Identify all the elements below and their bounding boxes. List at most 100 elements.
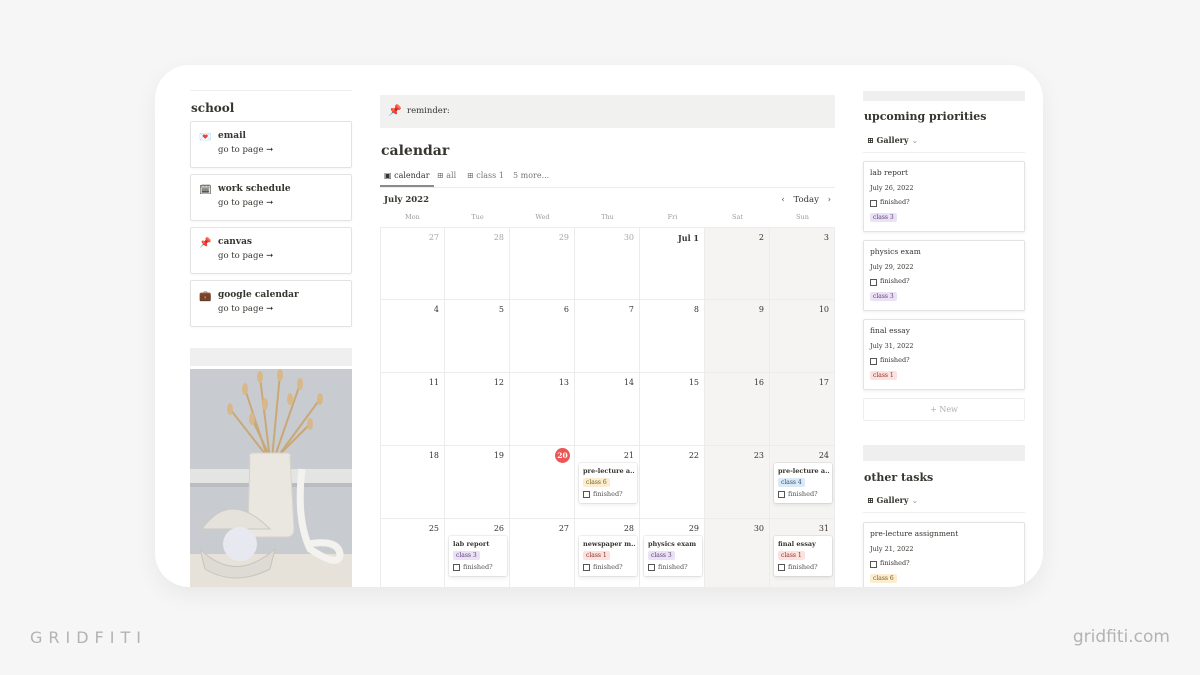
chevron-right-icon[interactable]: › bbox=[828, 195, 831, 205]
card-date: July 29, 2022 bbox=[870, 263, 914, 271]
go-to-page-link[interactable]: go to page ➞ bbox=[218, 304, 273, 314]
calendar-day-cell[interactable]: 21 pre-lecture a... class 6 finished? bbox=[575, 446, 640, 519]
new-item-button[interactable]: + New bbox=[863, 398, 1025, 421]
calendar-heading: calendar bbox=[381, 143, 450, 159]
calendar-day-cell[interactable]: 9 bbox=[705, 300, 770, 373]
calendar-day-cell[interactable]: 11 bbox=[380, 373, 445, 446]
tab-calendar[interactable]: ▣ calendar bbox=[384, 171, 430, 180]
today-button[interactable]: Today bbox=[793, 195, 818, 205]
calendar-day-cell[interactable]: 16 bbox=[705, 373, 770, 446]
link-card-email[interactable]: 💌 email go to page ➞ bbox=[190, 121, 352, 168]
calendar-day-cell[interactable]: 30 bbox=[575, 227, 640, 300]
event-title: newspaper m... bbox=[583, 540, 635, 548]
link-card-google-calendar[interactable]: 💼 google calendar go to page ➞ bbox=[190, 280, 352, 327]
checkbox[interactable] bbox=[870, 358, 877, 365]
gridfiti-url[interactable]: gridfiti.com bbox=[1073, 627, 1170, 647]
event-card[interactable]: lab report class 3 finished? bbox=[449, 536, 507, 576]
tab-class-1[interactable]: ⊞ class 1 bbox=[467, 171, 504, 180]
card-date: July 26, 2022 bbox=[870, 184, 914, 192]
checkbox[interactable] bbox=[870, 279, 877, 286]
calendar-day-cell[interactable]: 31 final essay class 1 finished? bbox=[770, 519, 835, 587]
tab-all[interactable]: ⊞ all bbox=[437, 171, 456, 180]
day-number: 28 bbox=[623, 524, 634, 533]
gallery-view-selector[interactable]: ⊞ Gallery ⌄ bbox=[867, 135, 918, 145]
calendar-day-cell[interactable]: 23 bbox=[705, 446, 770, 519]
reminder-text[interactable]: reminder: bbox=[407, 106, 450, 116]
table-icon: ⊞ bbox=[437, 171, 444, 180]
checkbox[interactable] bbox=[870, 200, 877, 207]
calendar-day-cell[interactable]: 24 pre-lecture a... class 4 finished? bbox=[770, 446, 835, 519]
calendar-day-cell[interactable]: 28 bbox=[445, 227, 510, 300]
day-number: 9 bbox=[758, 305, 764, 314]
gallery-card[interactable]: pre-lecture assignment July 21, 2022 fin… bbox=[863, 522, 1025, 587]
calendar-day-cell[interactable]: 29 physics exam class 3 finished? bbox=[640, 519, 705, 587]
gallery-card[interactable]: lab report July 26, 2022 finished? class… bbox=[863, 161, 1025, 232]
calendar-day-cell[interactable]: 7 bbox=[575, 300, 640, 373]
go-to-page-link[interactable]: go to page ➞ bbox=[218, 251, 273, 261]
link-card-work-schedule[interactable]: 🗓 work schedule go to page ➞ bbox=[190, 174, 352, 221]
calendar-day-cell[interactable]: 22 bbox=[640, 446, 705, 519]
calendar-day-cell[interactable]: 8 bbox=[640, 300, 705, 373]
other-tasks-heading: other tasks bbox=[864, 471, 934, 484]
calendar-day-cell[interactable]: 4 bbox=[380, 300, 445, 373]
table-icon: ⊞ bbox=[467, 171, 474, 180]
checkbox[interactable] bbox=[778, 564, 785, 571]
weekday-label: Mon bbox=[405, 213, 420, 221]
calendar-day-cell[interactable]: 2 bbox=[705, 227, 770, 300]
card-title: final essay bbox=[870, 326, 910, 335]
calendar-day-cell[interactable]: 26 lab report class 3 finished? bbox=[445, 519, 510, 587]
calendar-day-cell[interactable]: 17 bbox=[770, 373, 835, 446]
day-number: 27 bbox=[428, 233, 439, 242]
day-number: 12 bbox=[493, 378, 504, 387]
calendar-day-cell[interactable]: 12 bbox=[445, 373, 510, 446]
checkbox[interactable] bbox=[583, 491, 590, 498]
event-card[interactable]: pre-lecture a... class 4 finished? bbox=[774, 463, 832, 503]
calendar-day-cell[interactable]: 29 bbox=[510, 227, 575, 300]
day-number: 4 bbox=[433, 305, 439, 314]
calendar-day-cell[interactable]: 30 bbox=[705, 519, 770, 587]
event-card[interactable]: physics exam class 3 finished? bbox=[644, 536, 702, 576]
go-to-page-link[interactable]: go to page ➞ bbox=[218, 145, 273, 155]
calendar-day-cell[interactable]: 13 bbox=[510, 373, 575, 446]
checkbox-label: finished? bbox=[658, 563, 688, 571]
checkbox[interactable] bbox=[648, 564, 655, 571]
chevron-left-icon[interactable]: ‹ bbox=[781, 195, 784, 205]
checkbox[interactable] bbox=[778, 491, 785, 498]
gallery-card[interactable]: physics exam July 29, 2022 finished? cla… bbox=[863, 240, 1025, 311]
calendar-day-cell[interactable]: 28 newspaper m... class 1 finished? bbox=[575, 519, 640, 587]
gallery-card[interactable]: final essay July 31, 2022 finished? clas… bbox=[863, 319, 1025, 390]
event-card[interactable]: pre-lecture a... class 6 finished? bbox=[579, 463, 637, 503]
day-number: 25 bbox=[428, 524, 439, 533]
checkbox[interactable] bbox=[870, 561, 877, 568]
event-title: lab report bbox=[453, 540, 490, 548]
class-tag: class 6 bbox=[583, 478, 610, 487]
tab-more[interactable]: 5 more... bbox=[513, 171, 549, 180]
go-to-page-link[interactable]: go to page ➞ bbox=[218, 198, 273, 208]
calendar-day-cell[interactable]: Jul 1 bbox=[640, 227, 705, 300]
calendar-day-cell[interactable]: 3 bbox=[770, 227, 835, 300]
checkbox[interactable] bbox=[583, 564, 590, 571]
calendar-day-cell[interactable]: 14 bbox=[575, 373, 640, 446]
calendar-day-cell[interactable]: 18 bbox=[380, 446, 445, 519]
day-number: 3 bbox=[823, 233, 829, 242]
calendar-day-cell[interactable]: 20 bbox=[510, 446, 575, 519]
calendar-day-cell[interactable]: 19 bbox=[445, 446, 510, 519]
calendar-day-cell[interactable]: 15 bbox=[640, 373, 705, 446]
checkbox-label: finished? bbox=[593, 490, 623, 498]
calendar-day-cell[interactable]: 5 bbox=[445, 300, 510, 373]
calendar-day-cell[interactable]: 25 bbox=[380, 519, 445, 587]
event-card[interactable]: newspaper m... class 1 finished? bbox=[579, 536, 637, 576]
calendar-day-cell[interactable]: 27 bbox=[380, 227, 445, 300]
calendar-day-cell[interactable]: 6 bbox=[510, 300, 575, 373]
day-number: 29 bbox=[688, 524, 699, 533]
gallery-view-selector[interactable]: ⊞ Gallery ⌄ bbox=[867, 495, 918, 505]
view-tabs: ▣ calendar ⊞ all ⊞ class 1 5 more... bbox=[380, 169, 835, 188]
event-card[interactable]: final essay class 1 finished? bbox=[774, 536, 832, 576]
day-number: 28 bbox=[493, 233, 504, 242]
calendar-day-cell[interactable]: 27 bbox=[510, 519, 575, 587]
checkbox-label: finished? bbox=[788, 563, 818, 571]
checkbox-label: finished? bbox=[463, 563, 493, 571]
link-card-canvas[interactable]: 📌 canvas go to page ➞ bbox=[190, 227, 352, 274]
calendar-day-cell[interactable]: 10 bbox=[770, 300, 835, 373]
checkbox[interactable] bbox=[453, 564, 460, 571]
